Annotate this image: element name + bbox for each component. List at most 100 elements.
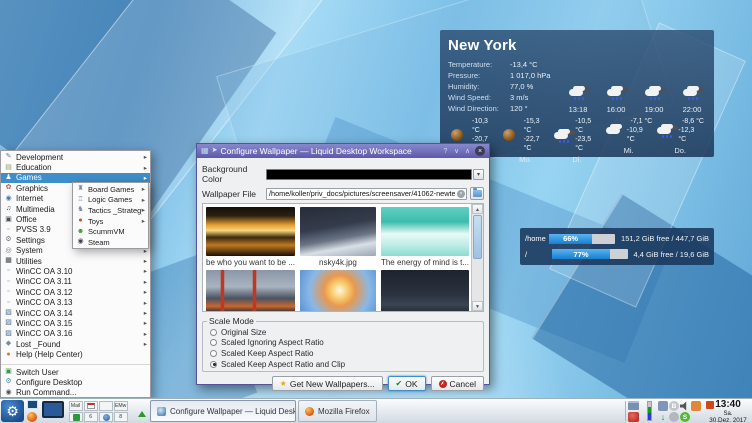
pager-desktop-cell[interactable]: EMw — [114, 401, 128, 411]
lock-icon[interactable] — [658, 401, 668, 411]
education-icon: ▤ — [4, 164, 13, 172]
disk-usage-bar: 77% — [552, 249, 628, 259]
show-desktop-icon[interactable] — [27, 400, 38, 409]
panel-separator — [625, 401, 626, 421]
konsole-launcher-icon[interactable] — [42, 401, 64, 418]
scrollbar[interactable]: ▲ ▼ — [471, 204, 483, 311]
clock-widget[interactable]: 13:40 Sa. 30.Dez. 2017 — [706, 400, 750, 423]
internet-icon: ◉ — [4, 195, 13, 203]
kde-launcher-button[interactable]: ⚙ — [1, 400, 24, 422]
menu-item[interactable]: ▣ Switch User ▸ — [1, 367, 150, 377]
submenu-arrow-icon: ▸ — [144, 299, 147, 307]
menu-item[interactable]: ▤ Education ▸ — [1, 162, 150, 172]
browse-file-button[interactable] — [470, 187, 484, 200]
submenu-item[interactable]: ♜ Board Games ▸ — [73, 184, 148, 195]
scale-mode-option[interactable]: Scaled Ignoring Aspect Ratio — [207, 338, 479, 349]
pager-desktop-cell[interactable] — [99, 412, 113, 422]
submenu-item[interactable]: ● Toys ▸ — [73, 216, 148, 227]
menu-item[interactable]: ⚙ Configure Desktop ▸ — [1, 377, 150, 387]
menu-item[interactable]: ▨ WinCC OA 3.16 ▸ — [1, 329, 150, 339]
ok-button[interactable]: ✔ OK — [388, 376, 426, 391]
download-icon[interactable]: ↓ — [658, 412, 668, 422]
scale-mode-option[interactable]: Scaled Keep Aspect Ratio — [207, 348, 479, 359]
radio-button-icon[interactable] — [210, 339, 217, 346]
sunset-lake-photo-icon[interactable] — [206, 207, 295, 256]
menu-item[interactable]: ▨ WinCC OA 3.14 ▸ — [1, 308, 150, 318]
dark-tree-photo-icon[interactable] — [381, 270, 469, 312]
run-command-icon: ◉ — [4, 389, 13, 397]
pin-icon[interactable]: ➤ — [212, 146, 218, 156]
menu-item[interactable]: ▫ WinCC OA 3.10 ▸ — [1, 266, 150, 276]
radio-button-icon[interactable] — [210, 350, 217, 357]
submenu-item[interactable]: ♞ Tactics _Strategy ▸ — [73, 205, 148, 216]
menu-item[interactable]: ◉ Run Command... ▸ — [1, 388, 150, 398]
dialog-titlebar[interactable]: ▦ ➤ Configure Wallpaper — Liquid Desktop… — [197, 144, 489, 158]
scale-mode-option[interactable]: Scaled Keep Aspect Ratio and Clip — [207, 359, 479, 370]
idle-icon[interactable] — [669, 412, 679, 422]
raincloud-icon — [551, 127, 575, 144]
menu-item[interactable]: ▫ WinCC OA 3.11 ▸ — [1, 277, 150, 287]
wallpaper-file-input[interactable] — [266, 188, 467, 200]
sun-icon — [500, 127, 524, 144]
scale-mode-option[interactable]: Original Size — [207, 327, 479, 338]
help-button[interactable]: ? — [440, 146, 451, 157]
menu-item[interactable]: ▦ Utilities ▸ — [1, 256, 150, 266]
wallpaper-thumbnail[interactable] — [300, 270, 376, 312]
pager-desktop-cell[interactable]: 6 — [84, 412, 98, 422]
submenu-item[interactable]: ♖ Logic Games ▸ — [73, 195, 148, 206]
wallpaper-thumbnail[interactable] — [381, 270, 469, 312]
firefox-launcher-icon[interactable] — [27, 412, 37, 422]
help-icon: ● — [4, 351, 13, 359]
cancel-button[interactable]: ✗ Cancel — [431, 376, 484, 391]
night-sky-photo-icon[interactable] — [300, 207, 376, 256]
wincc-icon: ▨ — [4, 330, 13, 338]
background-color-swatch[interactable] — [266, 169, 472, 180]
bluetooth-icon[interactable]: B — [669, 401, 679, 411]
menu-item[interactable]: ● Help (Help Center) ▸ — [1, 349, 150, 359]
volume-icon[interactable] — [680, 401, 690, 411]
shade-button[interactable]: ∨ — [451, 146, 462, 157]
kde-window-icon — [157, 407, 166, 416]
configure-desktop-icon: ⚙ — [4, 378, 13, 386]
close-button[interactable]: × — [475, 146, 485, 156]
wallpaper-thumbnail[interactable]: nsky4k.jpg — [300, 207, 376, 268]
skype-icon[interactable]: S — [680, 412, 690, 422]
menu-item[interactable]: ▫ WinCC OA 3.12 ▸ — [1, 287, 150, 297]
menu-item[interactable]: ✎ Development ▸ — [1, 152, 150, 162]
radio-button-icon[interactable] — [210, 329, 217, 336]
scroll-down-icon[interactable]: ▼ — [472, 301, 483, 311]
wallpaper-thumbnail[interactable] — [206, 270, 295, 312]
color-dropdown-arrow-icon[interactable]: ▾ — [473, 169, 484, 180]
menu-item[interactable]: ▫ WinCC OA 3.13 ▸ — [1, 297, 150, 307]
ocean-wave-photo-icon[interactable] — [381, 207, 469, 256]
pager-desktop-cell[interactable] — [84, 401, 98, 411]
pager-desktop-cell[interactable]: Mail — [69, 401, 83, 411]
firefox-icon — [103, 403, 110, 410]
submenu-item[interactable]: ◉ Steam ▸ — [73, 237, 148, 248]
task-button[interactable]: Configure Wallpaper — Liquid Desktop Wor… — [150, 400, 296, 422]
scroll-up-icon[interactable]: ▲ — [472, 204, 483, 214]
pager-indicator-icon[interactable] — [138, 411, 146, 417]
get-new-wallpapers-button[interactable]: ★ Get New Wallpapers... — [272, 376, 383, 391]
pager-desktop-cell[interactable] — [69, 412, 83, 422]
wallpaper-thumbnail[interactable]: The energy of mind is t... — [381, 207, 469, 268]
submenu-arrow-icon: ▸ — [144, 288, 147, 296]
scrollbar-thumb[interactable] — [473, 215, 482, 259]
wallpaper-thumbnail[interactable]: be who you want to be ... — [206, 207, 295, 268]
menu-item[interactable]: ◆ Lost _Found ▸ — [1, 339, 150, 349]
submenu-item[interactable]: ☻ ScummVM ▸ — [73, 226, 148, 237]
clear-icon[interactable]: × — [457, 190, 465, 198]
maximize-button[interactable]: ∧ — [462, 146, 473, 157]
radio-button-icon[interactable] — [210, 361, 217, 368]
menu-item[interactable]: ▨ WinCC OA 3.15 ▸ — [1, 318, 150, 328]
games-submenu: ♜ Board Games ▸ ♖ Logic Games ▸ ♞ Tactic… — [72, 182, 149, 249]
winter-sunrise-photo-icon[interactable] — [300, 270, 376, 312]
task-button[interactable]: Mozilla Firefox — [298, 400, 377, 422]
pager-desktop-cell[interactable] — [99, 401, 113, 411]
red-app-icon[interactable] — [628, 412, 639, 422]
pager-desktop-cell[interactable]: 8 — [114, 412, 128, 422]
menu-item[interactable]: ▸ — [1, 360, 150, 365]
klipper-icon[interactable] — [628, 401, 639, 410]
golden-gate-photo-icon[interactable] — [206, 270, 295, 312]
network-icon[interactable] — [691, 401, 701, 411]
